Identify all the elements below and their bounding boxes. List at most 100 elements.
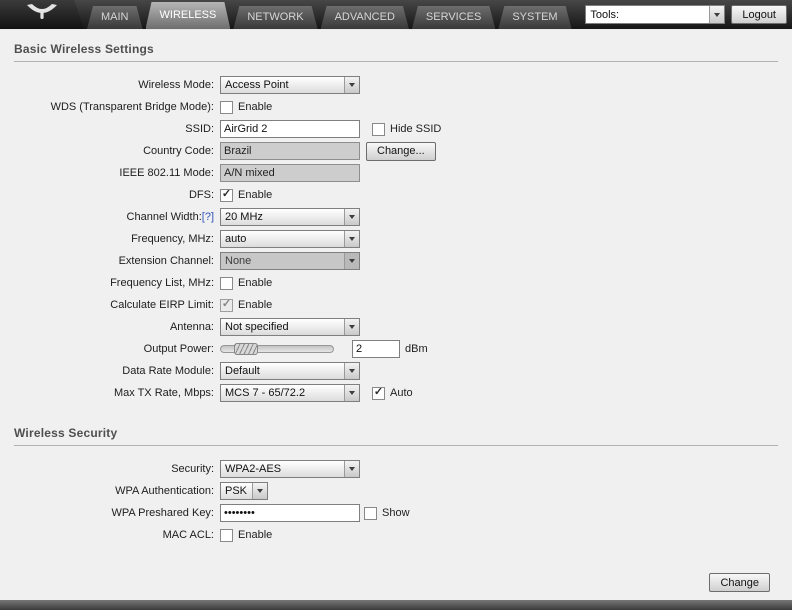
- tab-network[interactable]: NETWORK: [233, 6, 317, 29]
- country-change-button[interactable]: Change...: [366, 141, 436, 161]
- wireless-mode-row: Wireless Mode: Access Point: [14, 76, 778, 94]
- mac-acl-label: MAC ACL:: [162, 529, 214, 541]
- channel-width-select[interactable]: 20 MHz: [220, 208, 360, 226]
- hide-ssid-checkbox[interactable]: [372, 122, 385, 136]
- extension-channel-label: Extension Channel:: [118, 255, 214, 267]
- country-code-input: [220, 142, 360, 160]
- data-rate-module-select[interactable]: Default: [220, 362, 360, 380]
- output-power-row: Output Power: dBm: [14, 340, 778, 358]
- wpa-authentication-select[interactable]: PSK: [220, 482, 268, 500]
- dfs-enable-checkbox[interactable]: [220, 188, 233, 202]
- chevron-down-icon: [344, 461, 359, 477]
- chevron-down-icon: [252, 483, 267, 499]
- wpa-preshared-key-input[interactable]: [220, 504, 360, 522]
- tab-main[interactable]: MAIN: [87, 6, 143, 29]
- country-code-row: Country Code: Change...: [14, 141, 778, 161]
- extension-channel-row: Extension Channel: None: [14, 252, 778, 270]
- wds-row: WDS (Transparent Bridge Mode): Enable: [14, 98, 778, 116]
- max-tx-rate-select[interactable]: MCS 7 - 65/72.2: [220, 384, 360, 402]
- wireless-mode-value: Access Point: [225, 79, 289, 91]
- antenna-icon: [22, 2, 62, 27]
- chevron-down-icon: [344, 231, 359, 247]
- mac-acl-row: MAC ACL: Enable: [14, 526, 778, 544]
- chevron-down-icon: [709, 6, 725, 23]
- antenna-row: Antenna: Not specified: [14, 318, 778, 336]
- tab-system[interactable]: SYSTEM: [498, 6, 571, 29]
- frequency-list-enable-label: Enable: [238, 277, 273, 289]
- frequency-select[interactable]: auto: [220, 230, 360, 248]
- top-navigation-bar: MAIN WIRELESS NETWORK ADVANCED SERVICES …: [0, 0, 792, 30]
- frequency-value: auto: [225, 233, 247, 245]
- dfs-row: DFS: Enable: [14, 186, 778, 204]
- ssid-row: SSID: Hide SSID: [14, 120, 778, 138]
- wpa-authentication-row: WPA Authentication: PSK: [14, 482, 778, 500]
- tab-advanced[interactable]: ADVANCED: [321, 6, 409, 29]
- show-key-label: Show: [382, 507, 410, 519]
- antenna-label: Antenna:: [169, 321, 214, 333]
- wpa-preshared-key-row: WPA Preshared Key: Show: [14, 504, 778, 522]
- wds-label: WDS (Transparent Bridge Mode):: [50, 101, 214, 113]
- ssid-input[interactable]: [220, 120, 360, 138]
- tools-select-value: Tools:: [590, 8, 620, 21]
- channel-width-row: Channel Width:[?] 20 MHz: [14, 208, 778, 226]
- main-tabs: MAIN WIRELESS NETWORK ADVANCED SERVICES …: [87, 0, 572, 29]
- wireless-security-title: Wireless Security: [14, 426, 778, 446]
- show-key-checkbox[interactable]: [364, 506, 377, 520]
- hide-ssid-label: Hide SSID: [390, 123, 442, 135]
- change-button[interactable]: Change: [709, 573, 770, 592]
- wpa-authentication-label: WPA Authentication:: [115, 485, 214, 497]
- wireless-mode-select[interactable]: Access Point: [220, 76, 360, 94]
- ieee-mode-label: IEEE 802.11 Mode:: [119, 167, 214, 179]
- mac-acl-enable-checkbox[interactable]: [220, 528, 233, 542]
- ieee-mode-input: [220, 164, 360, 182]
- output-power-slider[interactable]: [220, 343, 334, 355]
- output-power-unit: dBm: [405, 343, 428, 355]
- data-rate-module-row: Data Rate Module: Default: [14, 362, 778, 380]
- output-power-input[interactable]: [352, 340, 400, 358]
- ssid-label: SSID:: [185, 123, 214, 135]
- dfs-enable-label: Enable: [238, 189, 273, 201]
- channel-width-help-link[interactable]: [?]: [202, 211, 214, 223]
- max-tx-rate-value: MCS 7 - 65/72.2: [225, 387, 306, 399]
- channel-width-value: 20 MHz: [225, 211, 263, 223]
- calculate-eirp-checkbox: [220, 298, 233, 312]
- frequency-list-enable-checkbox[interactable]: [220, 276, 233, 290]
- chevron-down-icon: [344, 385, 359, 401]
- chevron-down-icon: [344, 319, 359, 335]
- slider-thumb[interactable]: [234, 343, 258, 355]
- wds-enable-label: Enable: [238, 101, 273, 113]
- security-select[interactable]: WPA2-AES: [220, 460, 360, 478]
- max-tx-rate-row: Max TX Rate, Mbps: MCS 7 - 65/72.2 Auto: [14, 384, 778, 402]
- tools-select[interactable]: Tools:: [585, 5, 726, 24]
- chevron-down-icon: [344, 209, 359, 225]
- max-tx-rate-auto-label: Auto: [390, 387, 413, 399]
- tab-services[interactable]: SERVICES: [412, 6, 495, 29]
- max-tx-rate-label: Max TX Rate, Mbps:: [113, 387, 214, 399]
- calculate-eirp-label: Calculate EIRP Limit:: [110, 299, 214, 311]
- antenna-select[interactable]: Not specified: [220, 318, 360, 336]
- antenna-value: Not specified: [225, 321, 289, 333]
- output-power-label: Output Power:: [143, 343, 214, 355]
- basic-wireless-form: Wireless Mode: Access Point WDS (Transpa…: [14, 76, 778, 402]
- wds-enable-checkbox[interactable]: [220, 100, 233, 114]
- airos-config-page: MAIN WIRELESS NETWORK ADVANCED SERVICES …: [0, 0, 792, 610]
- frequency-label: Frequency, MHz:: [131, 233, 214, 245]
- ubiquiti-logo[interactable]: [0, 0, 84, 29]
- max-tx-rate-auto-checkbox[interactable]: [372, 386, 385, 400]
- logout-button[interactable]: Logout: [731, 5, 787, 24]
- wireless-security-form: Security: WPA2-AES WPA Authentication: P…: [14, 460, 778, 544]
- basic-wireless-settings-title: Basic Wireless Settings: [14, 42, 778, 62]
- wpa-authentication-value: PSK: [225, 485, 248, 497]
- data-rate-module-value: Default: [225, 365, 260, 377]
- calculate-eirp-enable-label: Enable: [238, 299, 273, 311]
- security-value: WPA2-AES: [225, 463, 282, 475]
- channel-width-label: Channel Width:[?]: [14, 211, 214, 223]
- wireless-mode-label: Wireless Mode:: [138, 79, 214, 91]
- tab-wireless[interactable]: WIRELESS: [146, 2, 231, 29]
- extension-channel-select: None: [220, 252, 360, 270]
- security-row: Security: WPA2-AES: [14, 460, 778, 478]
- change-button-container: Change: [709, 573, 770, 592]
- security-label: Security:: [171, 463, 214, 475]
- chevron-down-icon: [344, 253, 359, 269]
- frequency-row: Frequency, MHz: auto: [14, 230, 778, 248]
